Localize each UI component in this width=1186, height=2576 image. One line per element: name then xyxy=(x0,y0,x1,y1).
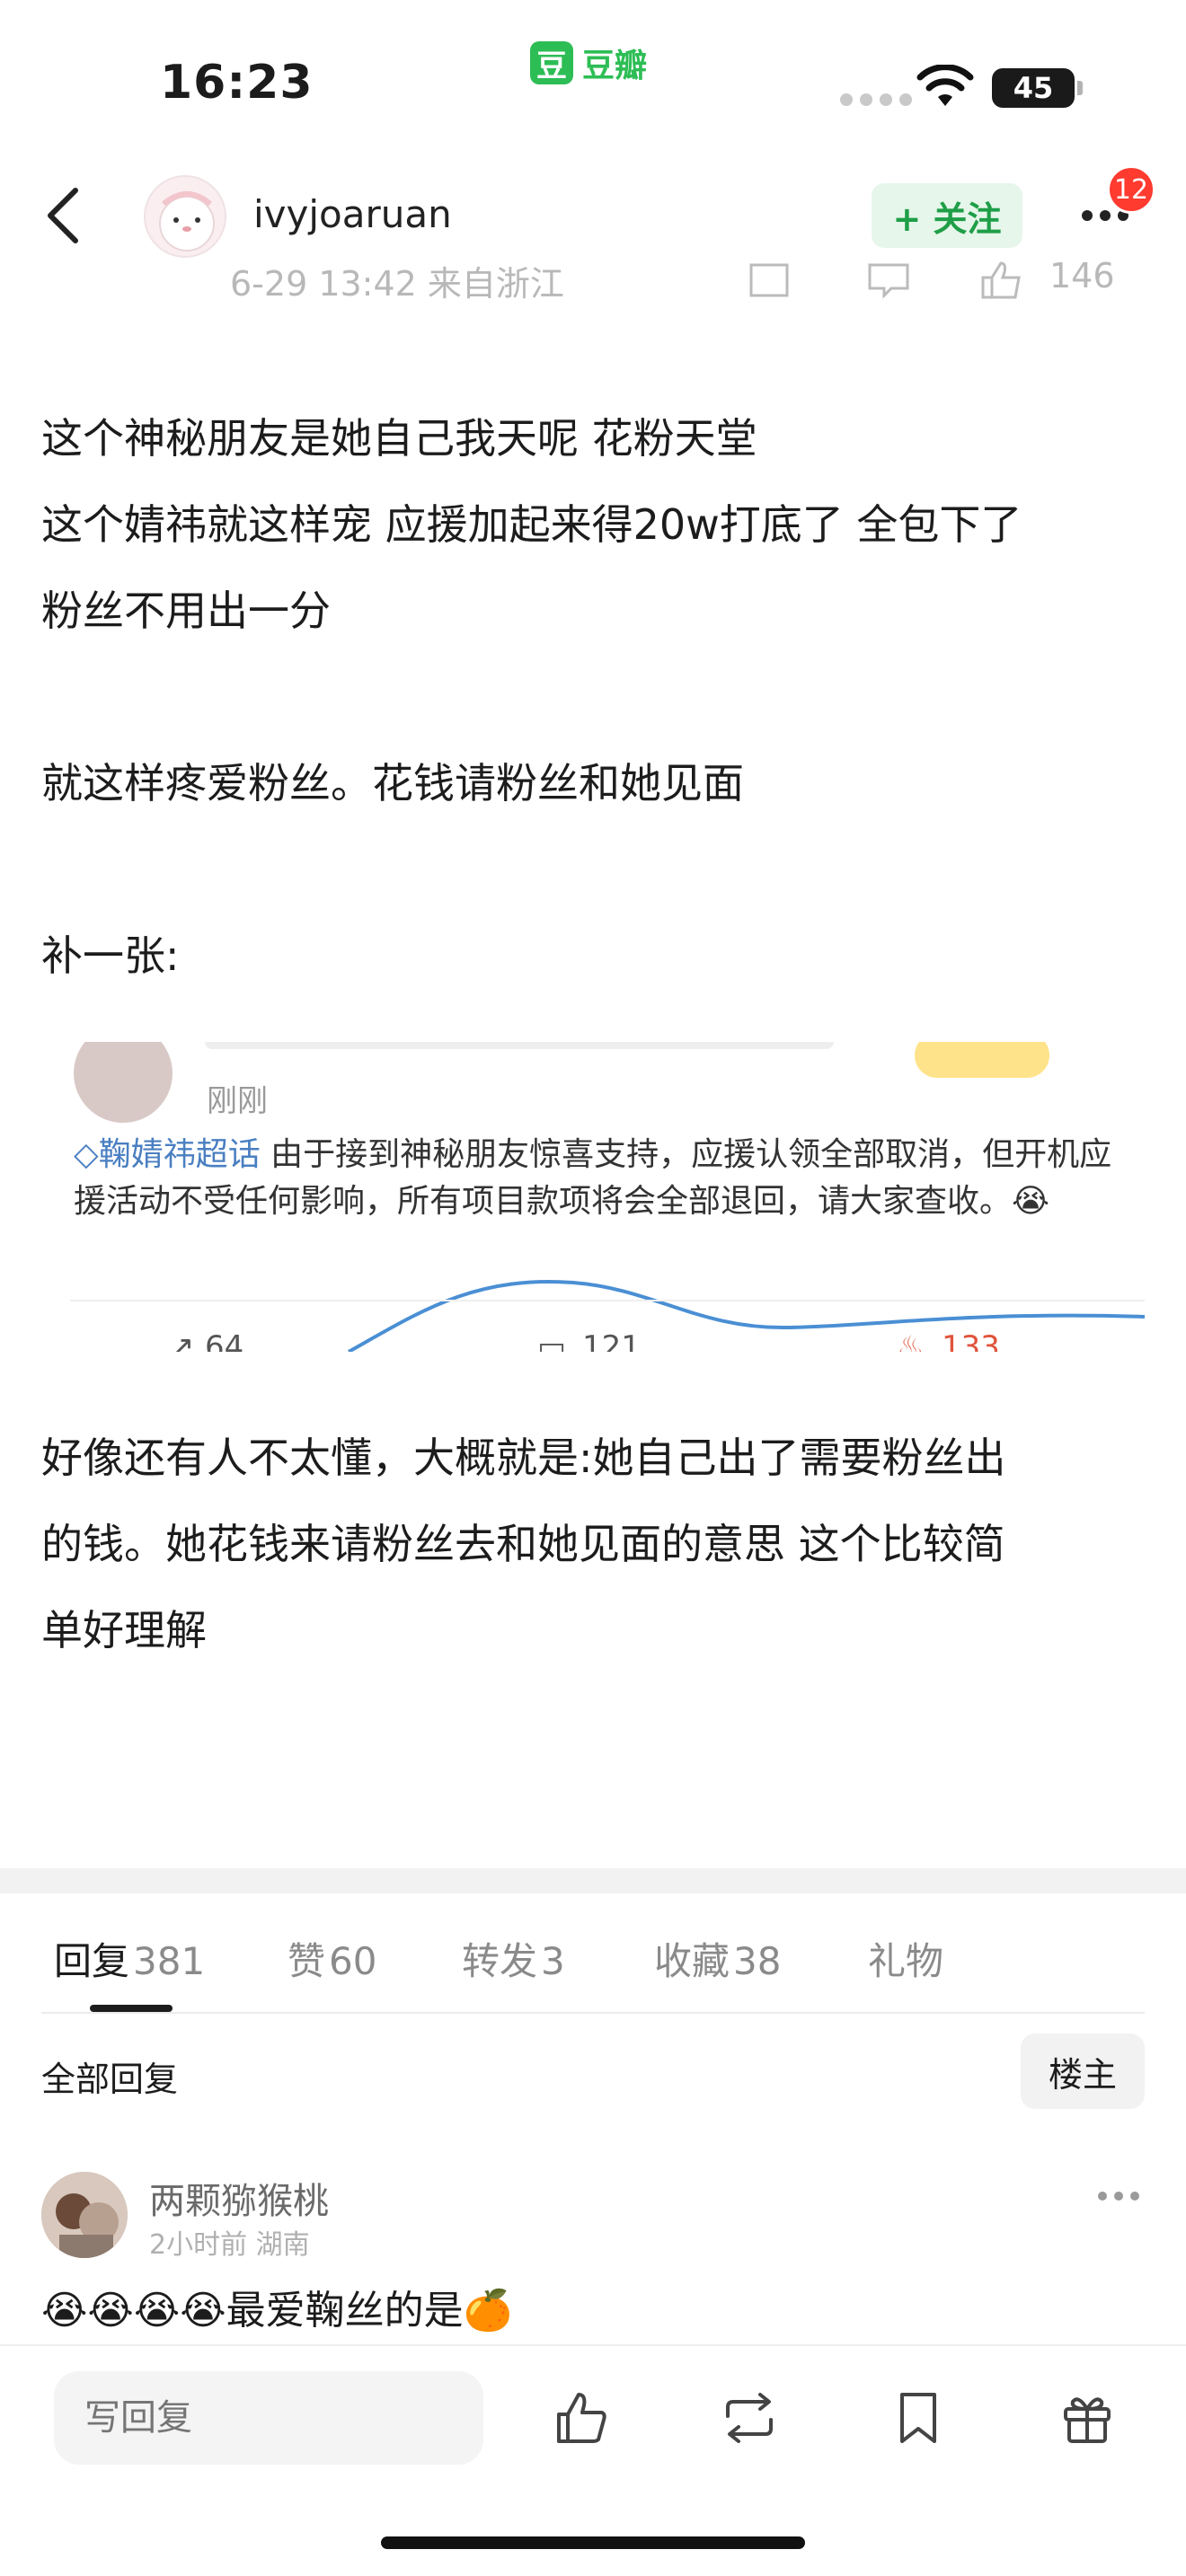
cellular-signal-icon xyxy=(840,93,912,106)
embedded-yellow-tag xyxy=(915,1042,1049,1078)
status-time: 16:23 xyxy=(160,56,314,110)
author-avatar[interactable] xyxy=(144,175,226,258)
bottom-action-bar xyxy=(0,2344,1186,2576)
tab-label: 转发 xyxy=(462,1939,538,1983)
follow-button[interactable]: + 关注 xyxy=(872,183,1022,248)
section-divider xyxy=(0,1868,1186,1893)
embedded-actions: ↗ 64 ▭ 121 ♨ 133 xyxy=(70,1329,1145,1352)
embedded-comment-count: 121 xyxy=(582,1329,641,1352)
embedded-tag: 鞠婧祎超话 xyxy=(98,1136,261,1173)
battery-cap xyxy=(1077,81,1083,95)
like-icon[interactable] xyxy=(546,2384,615,2452)
embedded-cropped-header xyxy=(205,1042,834,1049)
like-outline-icon[interactable] xyxy=(978,260,1026,299)
edit-icon[interactable] xyxy=(746,260,794,299)
op-only-filter-button[interactable]: 楼主 xyxy=(1021,2033,1145,2109)
post-paragraph: 的钱。她花钱来请粉丝去和她见面的意思 这个比较简 xyxy=(41,1520,1005,1568)
author-username[interactable]: ivyjoaruan xyxy=(253,192,452,236)
reply-input[interactable] xyxy=(54,2371,483,2465)
post-paragraph: 就这样疼爱粉丝。花钱请粉丝和她见面 xyxy=(41,759,744,807)
embedded-avatar xyxy=(74,1042,173,1123)
tab-label: 赞 xyxy=(288,1939,326,1983)
tab-collections[interactable]: 收藏38 xyxy=(654,1931,781,1986)
battery-icon: 45 xyxy=(992,68,1075,108)
bookmark-icon[interactable] xyxy=(884,2384,952,2452)
tab-count: 381 xyxy=(133,1939,206,1983)
embedded-repost-icon: ↗ xyxy=(169,1329,195,1352)
tab-reposts[interactable]: 转发3 xyxy=(462,1931,565,1986)
embedded-like-count: 133 xyxy=(942,1329,1000,1352)
post-paragraph: 这个神秘朋友是她自己我天呢 花粉天堂 xyxy=(41,414,757,463)
back-button[interactable] xyxy=(36,181,90,250)
chevron-left-icon xyxy=(48,188,78,243)
repost-icon[interactable] xyxy=(715,2384,783,2452)
tab-label: 回复 xyxy=(54,1939,130,1983)
post-meta-strip: 6-29 13:42 来自浙江 146 xyxy=(0,256,1186,310)
notification-badge: 12 xyxy=(1107,165,1155,214)
comment-icon[interactable] xyxy=(864,260,913,299)
embedded-like-icon: ♨ xyxy=(897,1329,925,1352)
reply-item: 两颗猕猴桃 2小时前 湖南 😭😭😭😭最爱鞠丝的是🍊 xyxy=(0,2165,1186,2344)
tab-label: 收藏 xyxy=(654,1939,730,1983)
tab-gifts[interactable]: 礼物 xyxy=(868,1931,943,1986)
reply-meta: 2小时前 湖南 xyxy=(149,2229,310,2261)
all-replies-heading: 全部回复 xyxy=(41,2060,179,2099)
reply-author-avatar[interactable] xyxy=(41,2172,128,2258)
embedded-text: ◇鞠婧祎超话 由于接到神秘朋友惊喜支持，应援认领全部取消，但开机应援活动不受任何… xyxy=(74,1132,1134,1225)
app-name: 豆瓣 xyxy=(582,48,648,84)
reply-author-name[interactable]: 两颗猕猴桃 xyxy=(149,2172,329,2224)
gift-icon[interactable] xyxy=(1053,2384,1121,2452)
embedded-time: 刚刚 xyxy=(207,1083,268,1119)
active-tab-indicator xyxy=(90,2005,173,2012)
tab-count: 60 xyxy=(329,1939,377,1983)
tab-label: 礼物 xyxy=(868,1939,944,1983)
post-body-continued: 好像还有人不太懂，大概就是:她自己出了需要粉丝出 的钱。她花钱来请粉丝去和她见面… xyxy=(41,1415,1146,1673)
avatar-cartoon-icon xyxy=(159,191,215,251)
interaction-tabs: 回复381 赞60 转发3 收藏38 礼物 xyxy=(0,1922,1186,2012)
post-body: 这个神秘朋友是她自己我天呢 花粉天堂 这个婧祎就这样宠 应援加起来得20w打底了… xyxy=(41,395,1146,999)
post-paragraph: 补一张: xyxy=(41,931,180,980)
tabs-divider xyxy=(41,2012,1145,2014)
super-topic-icon: ◇ xyxy=(74,1136,99,1173)
wifi-icon xyxy=(916,65,974,106)
tab-likes[interactable]: 赞60 xyxy=(288,1931,376,1986)
post-like-count: 146 xyxy=(1049,256,1115,296)
embedded-comment-icon: ▭ xyxy=(537,1329,567,1352)
post-paragraph: 好像还有人不太懂，大概就是:她自己出了需要粉丝出 xyxy=(41,1434,1006,1482)
post-paragraph: 单好理解 xyxy=(41,1606,207,1654)
post-paragraph: 这个婧祎就这样宠 应援加起来得20w打底了 全包下了 xyxy=(41,500,1022,549)
reply-text: 😭😭😭😭最爱鞠丝的是🍊 xyxy=(41,2288,513,2333)
avatar-photo-icon xyxy=(41,2172,128,2258)
reply-more-button[interactable] xyxy=(1098,2192,1139,2201)
douban-logo-icon: 豆 xyxy=(530,41,573,84)
app-indicator: 豆 豆瓣 xyxy=(530,40,647,86)
embedded-screenshot[interactable]: 刚刚 ◇鞠婧祎超话 由于接到神秘朋友惊喜支持，应援认领全部取消，但开机应援活动不… xyxy=(70,1042,1145,1352)
post-header: ivyjoaruan + 关注 12 xyxy=(0,162,1186,269)
home-indicator xyxy=(381,2536,805,2549)
post-paragraph: 粉丝不用出一分 xyxy=(41,587,331,635)
status-bar: 16:23 豆 豆瓣 45 xyxy=(0,0,1186,153)
post-date-location: 6-29 13:42 来自浙江 xyxy=(230,264,564,304)
embedded-repost-count: 64 xyxy=(205,1329,244,1352)
tab-count: 38 xyxy=(733,1939,782,1983)
tab-replies[interactable]: 回复381 xyxy=(54,1931,205,1986)
tab-count: 3 xyxy=(541,1939,565,1983)
